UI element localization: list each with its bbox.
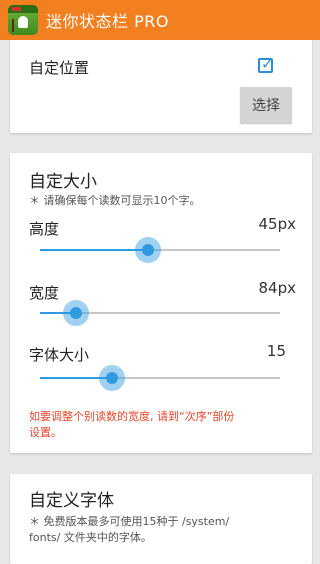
font-size-slider-thumb[interactable] [99, 365, 125, 391]
checkmark-icon: ✓ [261, 55, 274, 73]
font-hint-line2: fonts/ 文件夹中的字体。 [29, 531, 152, 544]
height-slider[interactable] [40, 237, 280, 263]
width-label: 宽度 [29, 284, 60, 302]
font-section-title: 自定义字体 [29, 491, 114, 511]
height-label: 高度 [29, 220, 60, 238]
width-warning-line1: 如要调整个别读数的宽度, 请到“次序”部份 [29, 410, 235, 423]
app-title: 迷你状态栏 PRO [46, 12, 169, 31]
font-hint-line1: ＊ 免费版本最多可使用15种于 /system/ [29, 515, 230, 528]
font-size-slider[interactable] [40, 365, 280, 391]
custom-position-checkbox[interactable]: ✓ [258, 55, 274, 73]
select-button[interactable]: 选择 [240, 87, 292, 123]
custom-position-label: 自定位置 [29, 59, 90, 77]
width-slider[interactable] [40, 300, 280, 326]
width-slider-thumb[interactable] [63, 300, 89, 326]
size-hint: ＊ 请确保每个读数可显示10个字。 [29, 194, 201, 207]
height-slider-thumb[interactable] [135, 237, 161, 263]
width-value: 84px [258, 279, 297, 297]
height-slider-fill [40, 249, 148, 251]
font-size-label: 字体大小 [29, 346, 90, 364]
size-card: 自定大小 ＊ 请确保每个读数可显示10个字。 高度 45px 宽度 84px 字… [10, 153, 312, 453]
size-section-title: 自定大小 [29, 172, 97, 192]
font-card: 自定义字体 ＊ 免费版本最多可使用15种于 /system/ fonts/ 文件… [10, 474, 312, 564]
app-bar: 迷你状态栏 PRO [0, 0, 320, 40]
height-value: 45px [258, 215, 297, 233]
app-icon [8, 5, 38, 35]
position-card: 自定位置 ✓ 选择 [10, 40, 312, 133]
font-size-value: 15 [266, 342, 286, 360]
width-warning-line2: 设置。 [29, 426, 62, 439]
